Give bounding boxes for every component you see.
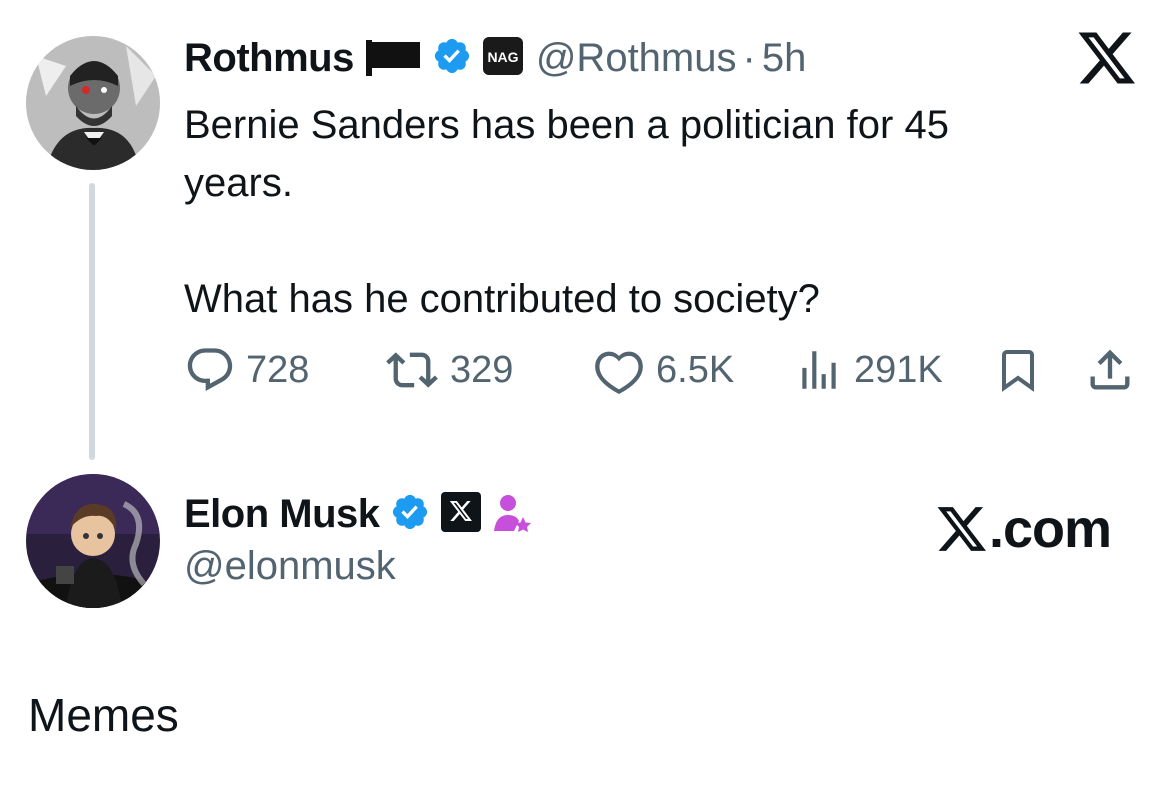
tweet-actions: 728 329 6.5K 291K	[184, 342, 1144, 398]
heart-icon	[595, 351, 643, 395]
x-com-text: .com	[989, 499, 1112, 559]
reply-button[interactable]: 728	[184, 342, 309, 398]
bookmark-button[interactable]	[994, 342, 1052, 398]
tweet2-header: Elon Musk	[184, 486, 532, 542]
bookmark-icon	[1002, 350, 1034, 392]
verified-badge-icon	[432, 36, 472, 81]
author-handle[interactable]: @Rothmus	[536, 36, 737, 81]
reply-count: 728	[246, 348, 310, 391]
share-icon	[1090, 349, 1130, 390]
x-affiliate-badge-icon	[440, 491, 482, 538]
x-com-label[interactable]: .com	[935, 498, 1112, 560]
avatar-elonmusk[interactable]	[26, 474, 160, 608]
timestamp[interactable]: 5h	[762, 36, 807, 81]
tweet-text: Bernie Sanders has been a politician for…	[184, 103, 949, 321]
verified-badge-icon	[390, 492, 430, 537]
like-button[interactable]: 6.5K	[592, 342, 734, 398]
avatar-rothmus[interactable]	[26, 36, 160, 170]
views-button[interactable]: 291K	[794, 342, 943, 398]
x-logo-icon[interactable]	[1076, 30, 1138, 91]
nag-badge-icon: NAG	[482, 36, 524, 81]
repost-button[interactable]: 329	[384, 342, 513, 398]
x-logo-icon	[937, 507, 986, 551]
person-star-icon	[492, 491, 532, 538]
author-handle-elon[interactable]: @elonmusk	[184, 544, 396, 589]
share-button[interactable]	[1084, 342, 1146, 398]
black-flag-icon	[364, 36, 422, 81]
separator-dot: ·	[742, 35, 756, 80]
tweet1-header: Rothmus NAG @Rothmus · 5h	[184, 30, 806, 86]
thread-line	[89, 183, 95, 460]
like-count: 6.5K	[656, 348, 735, 391]
reply-icon	[187, 348, 233, 392]
repost-count: 329	[450, 348, 514, 391]
author-name-elon[interactable]: Elon Musk	[184, 492, 380, 537]
repost-icon	[386, 352, 438, 388]
author-name[interactable]: Rothmus	[184, 36, 354, 81]
nag-badge-text: NAG	[487, 49, 518, 65]
views-count: 291K	[854, 348, 943, 391]
caption-text: Memes	[28, 689, 179, 741]
views-icon	[802, 351, 836, 389]
